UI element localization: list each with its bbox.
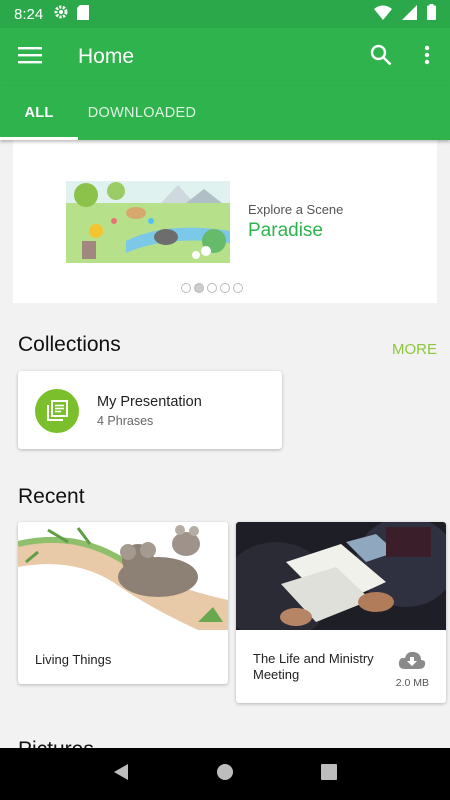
koala-illustration [18,522,228,630]
collections-more-link[interactable]: MORE [392,341,437,358]
tab-all[interactable]: ALL [0,86,78,140]
menu-icon[interactable] [18,46,42,69]
home-content[interactable]: Explore a Scene Paradise Collections MOR… [0,140,450,748]
overflow-menu-button[interactable] [404,34,450,80]
gear-icon [53,4,69,24]
download-info[interactable]: 2.0 MB [396,650,429,689]
scene-subtitle: Explore a Scene [248,202,344,217]
wifi-icon [374,5,392,24]
carousel-dot [207,283,217,293]
page-title: Home [78,45,135,68]
search-icon [370,44,392,71]
tab-downloaded[interactable]: DOWNLOADED [78,86,206,140]
cloud-download-icon [398,650,426,675]
scene-title: Paradise [248,220,323,241]
meeting-photo [236,522,446,630]
search-button[interactable] [358,34,404,80]
carousel-dot [233,283,243,293]
carousel-dot-active [194,283,204,293]
status-bar: 8:24 [0,0,450,28]
carousel-indicator [181,283,243,293]
pictures-heading: Pictures [18,738,94,748]
sd-card-icon [77,4,90,24]
file-size: 2.0 MB [395,677,429,689]
carousel-dot [181,283,191,293]
recent-item-title: Living Things [35,652,112,667]
recents-icon[interactable] [320,763,337,785]
app-bar: Home [0,28,450,86]
recent-item-title: The Life and Ministry Meeting [253,651,374,682]
system-nav-bar [0,748,450,800]
recent-heading: Recent [18,485,85,508]
collection-title: My Presentation [97,394,202,410]
recent-item-life-ministry[interactable]: The Life and Ministry Meeting 2.0 MB [236,522,446,703]
battery-icon [427,4,436,24]
signal-icon [402,4,417,24]
explore-scene-card[interactable]: Explore a Scene Paradise [13,140,437,303]
tab-bar: ALL DOWNLOADED [0,86,450,140]
overflow-menu-icon [424,45,430,70]
status-time: 8:24 [14,5,44,23]
collections-heading: Collections [18,333,121,356]
paradise-illustration [66,181,230,263]
recent-item-living-things[interactable]: Living Things [18,522,228,684]
collection-subtitle: 4 Phrases [97,414,154,428]
home-icon[interactable] [216,763,234,786]
carousel-dot [220,283,230,293]
presentation-icon [35,389,79,433]
back-icon[interactable] [113,763,129,786]
collection-card[interactable]: My Presentation 4 Phrases [18,371,282,449]
